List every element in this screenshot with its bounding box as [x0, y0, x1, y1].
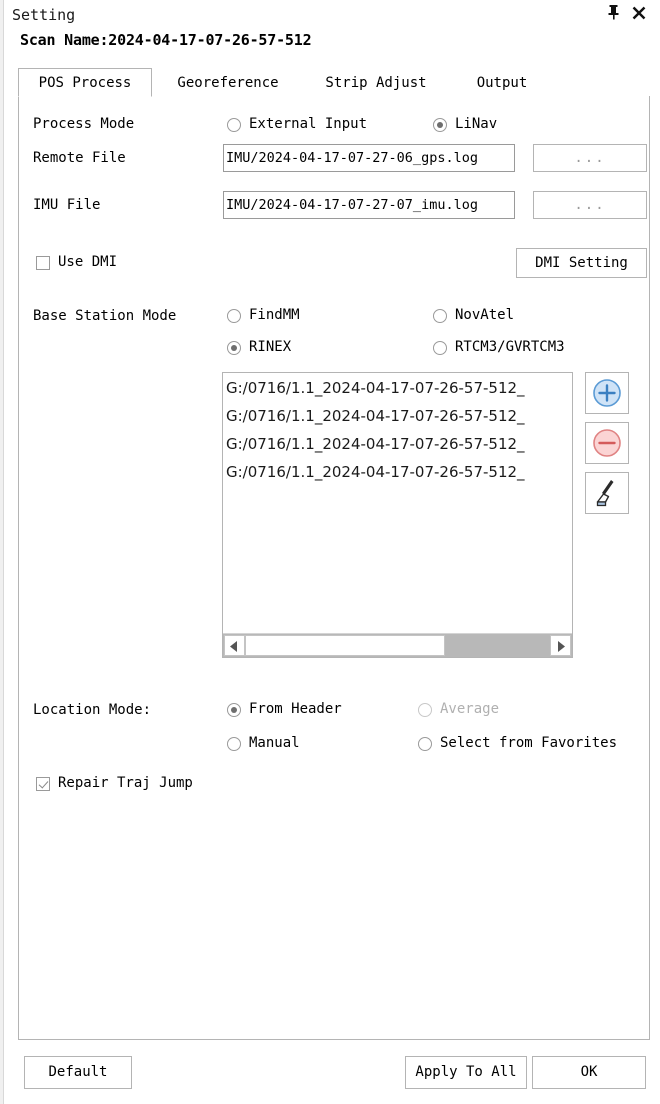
scroll-right-arrow-icon[interactable]	[550, 635, 571, 656]
window-title: Setting	[12, 6, 76, 24]
pin-icon[interactable]	[602, 4, 624, 26]
radio-indicator	[227, 118, 241, 132]
list-item[interactable]: G:/0716/1.1_2024-04-17-07-26-57-512_	[226, 375, 525, 401]
imu-file-browse-button[interactable]: ...	[533, 191, 647, 219]
radio-label: RTCM3/GVRTCM3	[455, 339, 565, 355]
radio-indicator	[227, 737, 241, 751]
remote-file-input[interactable]: IMU/2024-04-17-07-27-06_gps.log	[223, 144, 515, 172]
location-mode-label: Location Mode:	[33, 702, 152, 718]
radio-indicator	[227, 309, 241, 323]
ok-button[interactable]: OK	[532, 1056, 646, 1089]
title-bar: Setting	[8, 4, 652, 30]
radio-label: RINEX	[249, 339, 292, 355]
tab-label: Output	[476, 75, 528, 91]
remote-file-browse-button[interactable]: ...	[533, 144, 647, 172]
list-item[interactable]: G:/0716/1.1_2024-04-17-07-26-57-512_	[226, 459, 525, 485]
radio-indicator	[418, 703, 432, 717]
base-station-file-list[interactable]: G:/0716/1.1_2024-04-17-07-26-57-512_ G:/…	[222, 372, 573, 658]
base-station-mode-label: Base Station Mode	[33, 308, 177, 324]
tab-output[interactable]: Output	[452, 68, 552, 97]
radio-label: Select from Favorites	[440, 735, 618, 751]
checkbox-indicator	[36, 256, 50, 270]
radio-indicator	[433, 309, 447, 323]
window-left-edge	[0, 0, 4, 1104]
clear-list-button[interactable]	[585, 472, 629, 514]
radio-label: FindMM	[249, 307, 300, 323]
process-mode-label: Process Mode	[33, 116, 135, 132]
close-icon[interactable]	[628, 4, 650, 26]
add-file-button[interactable]	[585, 372, 629, 414]
tab-georeference[interactable]: Georeference	[158, 68, 298, 97]
tab-strip-adjust[interactable]: Strip Adjust	[305, 68, 447, 97]
radio-label: From Header	[249, 701, 342, 717]
checkbox-label: Use DMI	[58, 254, 118, 270]
radio-label: LiNav	[455, 116, 498, 132]
remove-file-button[interactable]	[585, 422, 629, 464]
dialog-footer: Default Apply To All OK	[18, 1052, 650, 1092]
radio-indicator	[227, 703, 241, 717]
scan-name-label: Scan Name:2024-04-17-07-26-57-512	[20, 31, 312, 49]
imu-file-label: IMU File	[33, 197, 101, 213]
radio-label: Average	[440, 701, 500, 717]
default-button[interactable]: Default	[24, 1056, 132, 1089]
list-item[interactable]: G:/0716/1.1_2024-04-17-07-26-57-512_	[226, 431, 525, 457]
checkbox-label: Repair Traj Jump	[58, 775, 193, 791]
tab-label: Georeference	[177, 75, 279, 91]
radio-label: Manual	[249, 735, 300, 751]
radio-indicator	[418, 737, 432, 751]
scrollbar-thumb[interactable]	[245, 635, 445, 656]
checkbox-indicator	[36, 777, 50, 791]
imu-file-input[interactable]: IMU/2024-04-17-07-27-07_imu.log	[223, 191, 515, 219]
list-item[interactable]: G:/0716/1.1_2024-04-17-07-26-57-512_	[226, 403, 525, 429]
horizontal-scrollbar[interactable]	[223, 633, 572, 657]
tab-label: POS Process	[38, 75, 132, 91]
radio-indicator	[433, 118, 447, 132]
tab-pos-process[interactable]: POS Process	[18, 68, 152, 97]
radio-indicator	[227, 341, 241, 355]
radio-label: External Input	[249, 116, 368, 132]
radio-label: NovAtel	[455, 307, 515, 323]
apply-to-all-button[interactable]: Apply To All	[405, 1056, 527, 1089]
radio-indicator	[433, 341, 447, 355]
tab-strip: POS Process Georeference Strip Adjust Ou…	[18, 68, 650, 98]
settings-window: Setting Scan Name:2024-04-17-07-26-57-51…	[0, 0, 660, 1104]
tab-label: Strip Adjust	[325, 75, 427, 91]
scroll-left-arrow-icon[interactable]	[224, 635, 245, 656]
dmi-setting-button[interactable]: DMI Setting	[516, 248, 647, 278]
remote-file-label: Remote File	[33, 150, 126, 166]
